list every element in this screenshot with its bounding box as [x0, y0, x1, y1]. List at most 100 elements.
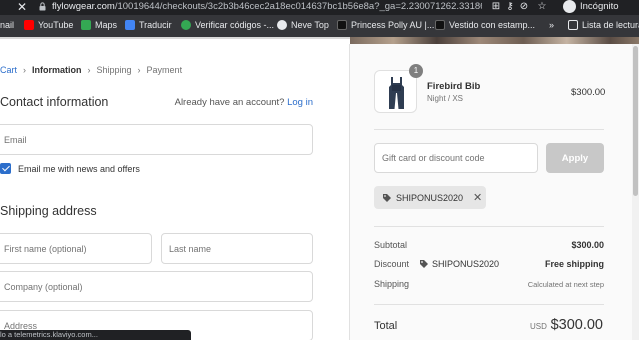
- login-prompt: Already have an account? Log in: [175, 97, 313, 108]
- close-icon[interactable]: ✕: [17, 1, 27, 13]
- bookmark-traducir[interactable]: Traducir: [125, 20, 172, 30]
- email-input[interactable]: [0, 125, 312, 154]
- login-link[interactable]: Log in: [287, 97, 313, 108]
- remove-discount-icon[interactable]: ✕: [473, 191, 482, 204]
- eye-off-icon[interactable]: ⊘: [519, 2, 529, 12]
- quantity-badge: 1: [409, 64, 423, 78]
- bookmark-reading-list[interactable]: Lista de lectura: [568, 20, 639, 30]
- scrollbar-thumb[interactable]: [633, 46, 638, 196]
- globe-icon: [277, 20, 287, 30]
- product-variant: Night / XS: [427, 94, 464, 103]
- maps-icon: [81, 20, 91, 30]
- bookmark-label: YouTube: [38, 20, 74, 30]
- discount-label: Discount: [374, 259, 410, 269]
- discount-code-field[interactable]: [374, 143, 538, 173]
- last-name-input[interactable]: [162, 234, 312, 263]
- translate-icon[interactable]: ⊞: [491, 2, 501, 12]
- bookmarks-overflow-button[interactable]: »: [549, 20, 554, 30]
- bookmark-neve-top[interactable]: Neve Top: [277, 20, 329, 30]
- company-field[interactable]: [0, 271, 313, 302]
- bookmark-label: Princess Polly AU |...: [351, 20, 435, 30]
- divider: [374, 304, 604, 305]
- total-currency: USD: [530, 322, 547, 331]
- princess-polly-icon: [337, 20, 347, 30]
- bookmark-princess-polly[interactable]: Princess Polly AU |...: [337, 20, 434, 30]
- star-icon[interactable]: ☆: [537, 2, 547, 12]
- shipping-title: Shipping address: [0, 204, 97, 218]
- chevron-right-icon: ›: [137, 65, 141, 75]
- discount-row: Discount SHIPONUS2020 Free shipping: [374, 259, 604, 269]
- breadcrumb-shipping: Shipping: [96, 65, 132, 75]
- total-label: Total: [374, 320, 398, 332]
- divider: [374, 129, 604, 130]
- bookmark-label: Vestido con estamp...: [449, 20, 536, 30]
- newsletter-option[interactable]: Email me with news and offers: [0, 163, 140, 174]
- chevron-right-icon: ›: [87, 65, 91, 75]
- browser-address-bar: ✕ flylowgear.com/10019644/checkouts/3c2b…: [0, 0, 639, 15]
- verify-icon: [181, 20, 191, 30]
- breadcrumb: Cart › Information › Shipping › Payment: [0, 65, 182, 75]
- discount-code-display: SHIPONUS2020: [419, 259, 499, 269]
- bookmark-vestido[interactable]: Vestido con estamp...: [435, 20, 535, 30]
- url-host: flylowgear.com: [52, 1, 115, 12]
- product-thumbnail: [374, 70, 417, 113]
- applied-discount-code: SHIPONUS2020: [396, 192, 464, 203]
- apply-button[interactable]: Apply: [546, 143, 604, 173]
- subtotal-row: Subtotal $300.00: [374, 240, 604, 250]
- product-name: Firebird Bib: [427, 81, 481, 92]
- first-name-field[interactable]: [0, 233, 152, 264]
- breadcrumb-information: Information: [32, 65, 82, 75]
- tag-icon: [383, 193, 391, 202]
- newsletter-label: Email me with news and offers: [18, 163, 140, 174]
- lock-icon[interactable]: [39, 2, 46, 11]
- last-name-field[interactable]: [161, 233, 313, 264]
- company-input[interactable]: [0, 272, 312, 301]
- key-icon[interactable]: ⚷: [505, 2, 515, 12]
- header-divider: [0, 37, 350, 39]
- order-summary: 1 Firebird Bib Night / XS $300.00 Apply …: [349, 44, 639, 340]
- header-banner: [0, 37, 639, 44]
- email-field[interactable]: [0, 124, 313, 155]
- chevron-double-right-icon: »: [549, 20, 555, 30]
- divider: [374, 226, 604, 227]
- discount-code: SHIPONUS2020: [432, 259, 500, 269]
- scrollbar[interactable]: [632, 44, 639, 340]
- reading-list-icon: [568, 20, 578, 30]
- youtube-icon: [24, 20, 34, 30]
- translate-icon: [125, 20, 135, 30]
- contact-title: Contact information: [0, 95, 109, 109]
- subtotal-value: $300.00: [571, 240, 604, 250]
- incognito-label[interactable]: Incógnito: [580, 1, 619, 12]
- bookmark-label: Traducir: [139, 20, 172, 30]
- shein-icon: [435, 20, 445, 30]
- bookmark-label: nail: [0, 20, 15, 30]
- product-price: $300.00: [571, 87, 606, 98]
- total-value: $300.00: [550, 317, 603, 333]
- url-field[interactable]: flylowgear.com/10019644/checkouts/3c2b3b…: [52, 1, 482, 12]
- bookmark-label: Neve Top: [291, 20, 329, 30]
- bookmark-youtube[interactable]: YouTube: [24, 20, 73, 30]
- banner-image: [350, 37, 639, 44]
- shipping-label: Shipping: [374, 279, 410, 289]
- status-bubble: lo a telemetrics.klaviyo.com...: [0, 330, 191, 340]
- bookmark-label: Maps: [95, 20, 118, 30]
- checkout-main: Cart › Information › Shipping › Payment …: [0, 44, 349, 340]
- discount-code-input[interactable]: [375, 144, 537, 172]
- shipping-value: Calculated at next step: [527, 280, 604, 289]
- first-name-input[interactable]: [0, 234, 151, 263]
- newsletter-checkbox[interactable]: [0, 163, 11, 174]
- incognito-icon[interactable]: [563, 0, 576, 13]
- chevron-right-icon: ›: [23, 65, 27, 75]
- bookmark-maps[interactable]: Maps: [81, 20, 117, 30]
- bib-pants-image: [389, 77, 404, 109]
- bookmark-label: Lista de lectura: [582, 20, 639, 30]
- subtotal-label: Subtotal: [374, 240, 408, 250]
- bookmark-gmail[interactable]: nail: [0, 20, 14, 30]
- shipping-row: Shipping Calculated at next step: [374, 279, 604, 289]
- breadcrumb-payment: Payment: [146, 65, 183, 75]
- bookmark-verificar[interactable]: Verificar códigos -...: [181, 20, 274, 30]
- tag-icon: [420, 260, 428, 268]
- url-path: /10019644/checkouts/3c2b3b46cec2a18ec014…: [114, 1, 482, 12]
- bookmark-label: Verificar códigos -...: [195, 20, 275, 30]
- breadcrumb-cart[interactable]: Cart: [0, 65, 17, 75]
